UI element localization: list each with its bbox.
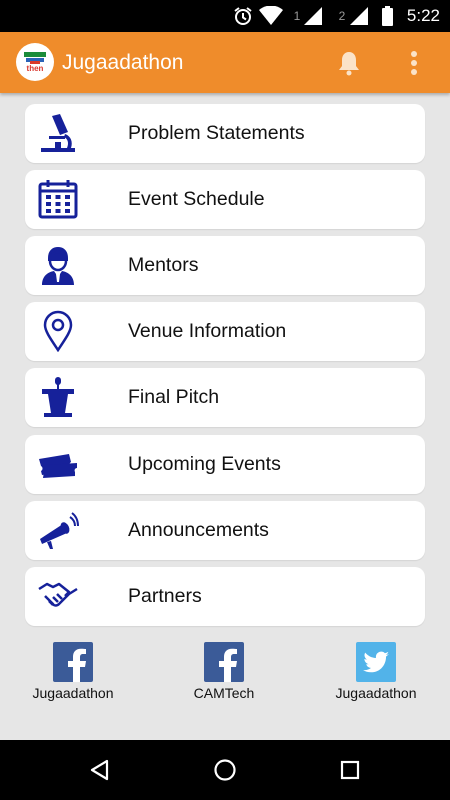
menu-item-label: Event Schedule: [128, 188, 265, 210]
menu-item-label: Venue Information: [128, 320, 287, 342]
overflow-menu-icon[interactable]: [404, 48, 424, 78]
signal-icon: [349, 0, 369, 32]
menu-item-partners[interactable]: Partners: [25, 567, 425, 626]
handshake-icon: [37, 575, 79, 617]
wifi-icon: [258, 0, 284, 32]
podium-icon: [37, 376, 79, 418]
social-link-label: CAMTech: [193, 685, 255, 701]
menu-item-label: Announcements: [128, 519, 269, 541]
twitter-icon: [356, 642, 396, 682]
system-nav-bar: [0, 740, 450, 800]
facebook-icon: [53, 642, 93, 682]
recents-icon[interactable]: [320, 740, 380, 800]
alarm-icon: [231, 0, 255, 32]
social-link-label: Jugaadathon: [335, 685, 417, 701]
menu-item-final-pitch[interactable]: Final Pitch: [25, 368, 425, 427]
app-logo-text: then: [26, 64, 44, 73]
calendar-icon: [37, 178, 79, 220]
menu-item-label: Upcoming Events: [128, 453, 281, 475]
menu-item-venue-information[interactable]: Venue Information: [25, 302, 425, 361]
back-icon[interactable]: [70, 740, 130, 800]
menu-item-upcoming-events[interactable]: Upcoming Events: [25, 435, 425, 494]
social-link-label: Jugaadathon: [32, 685, 114, 701]
menu-item-mentors[interactable]: Mentors: [25, 236, 425, 295]
signal-icon: [303, 0, 323, 32]
menu-item-label: Problem Statements: [128, 122, 305, 144]
menu-item-problem-statements[interactable]: Problem Statements: [25, 104, 425, 163]
sim1-label: 1: [293, 9, 301, 23]
social-link-facebook-jugaadathon[interactable]: Jugaadathon: [18, 642, 128, 701]
menu-item-event-schedule[interactable]: Event Schedule: [25, 170, 425, 229]
app-bar: then Jugaadathon: [0, 32, 450, 93]
app-title: Jugaadathon: [62, 51, 184, 74]
microscope-icon: [37, 112, 79, 154]
notification-bell-icon[interactable]: [334, 48, 364, 78]
status-bar: 1 2 5:22: [0, 0, 450, 32]
social-link-twitter-jugaadathon[interactable]: Jugaadathon: [321, 642, 431, 701]
home-icon[interactable]: [195, 740, 255, 800]
battery-icon: [380, 0, 394, 32]
menu-item-label: Partners: [128, 585, 202, 607]
app-logo: then: [16, 43, 54, 81]
location-pin-icon: [37, 310, 79, 352]
mentor-icon: [37, 244, 79, 286]
menu-item-label: Final Pitch: [128, 386, 220, 408]
status-time: 5:22: [406, 6, 440, 25]
tickets-icon: [37, 443, 79, 485]
megaphone-icon: [37, 509, 79, 551]
menu-item-announcements[interactable]: Announcements: [25, 501, 425, 560]
menu-item-label: Mentors: [128, 254, 199, 276]
sim2-label: 2: [338, 9, 346, 23]
facebook-icon: [204, 642, 244, 682]
social-link-facebook-camtech[interactable]: CAMTech: [169, 642, 279, 701]
